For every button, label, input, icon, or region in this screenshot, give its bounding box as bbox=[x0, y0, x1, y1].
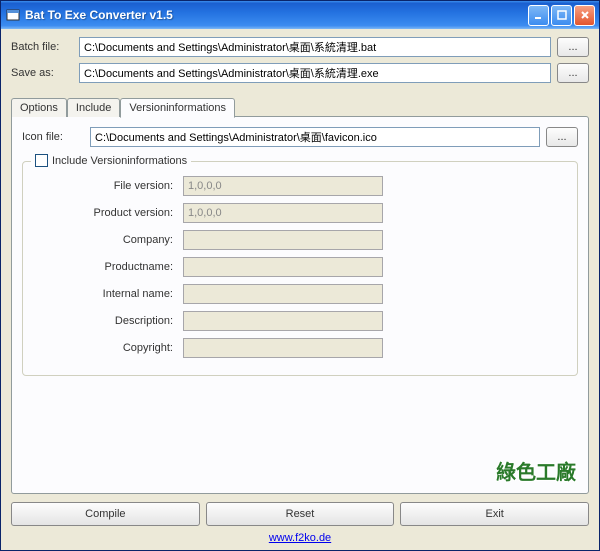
batch-browse-button[interactable]: ... bbox=[557, 37, 589, 57]
description-input[interactable] bbox=[183, 311, 383, 331]
productname-input[interactable] bbox=[183, 257, 383, 277]
product-version-label: Product version: bbox=[33, 207, 183, 219]
file-version-label: File version: bbox=[33, 180, 183, 192]
product-version-input[interactable] bbox=[183, 203, 383, 223]
tabs: Options Include Versioninformations bbox=[11, 97, 589, 116]
close-button[interactable] bbox=[574, 5, 595, 26]
save-browse-button[interactable]: ... bbox=[557, 63, 589, 83]
copyright-label: Copyright: bbox=[33, 342, 183, 354]
tab-options[interactable]: Options bbox=[11, 98, 67, 117]
titlebar[interactable]: Bat To Exe Converter v1.5 bbox=[1, 1, 599, 29]
company-input[interactable] bbox=[183, 230, 383, 250]
batch-file-input[interactable] bbox=[79, 37, 551, 57]
copyright-input[interactable] bbox=[183, 338, 383, 358]
tab-include[interactable]: Include bbox=[67, 98, 120, 117]
footer-link[interactable]: www.f2ko.de bbox=[269, 532, 331, 544]
content-area: Batch file: ... Save as: ... Options Inc… bbox=[1, 29, 599, 550]
save-as-row: Save as: ... bbox=[11, 63, 589, 83]
footer: www.f2ko.de bbox=[11, 532, 589, 544]
internal-name-input[interactable] bbox=[183, 284, 383, 304]
copyright-row: Copyright: bbox=[33, 338, 567, 358]
reset-button[interactable]: Reset bbox=[206, 502, 395, 526]
file-version-input[interactable] bbox=[183, 176, 383, 196]
description-label: Description: bbox=[33, 315, 183, 327]
product-version-row: Product version: bbox=[33, 203, 567, 223]
company-label: Company: bbox=[33, 234, 183, 246]
watermark-text: 綠色工廠 bbox=[496, 456, 576, 485]
internal-name-label: Internal name: bbox=[33, 288, 183, 300]
maximize-button[interactable] bbox=[551, 5, 572, 26]
icon-file-label: Icon file: bbox=[22, 131, 84, 143]
productname-label: Productname: bbox=[33, 261, 183, 273]
version-info-group: Include Versioninformations File version… bbox=[22, 161, 578, 376]
batch-file-label: Batch file: bbox=[11, 41, 73, 53]
tab-versioninformations[interactable]: Versioninformations bbox=[120, 98, 235, 118]
app-window: Bat To Exe Converter v1.5 Batch file: ..… bbox=[0, 0, 600, 551]
productname-row: Productname: bbox=[33, 257, 567, 277]
minimize-button[interactable] bbox=[528, 5, 549, 26]
window-controls bbox=[528, 5, 595, 26]
include-version-checkbox[interactable] bbox=[35, 154, 48, 167]
tab-container: Options Include Versioninformations Icon… bbox=[11, 97, 589, 494]
icon-file-row: Icon file: ... bbox=[22, 127, 578, 147]
exit-button[interactable]: Exit bbox=[400, 502, 589, 526]
window-title: Bat To Exe Converter v1.5 bbox=[25, 8, 528, 22]
include-version-checkbox-row: Include Versioninformations bbox=[31, 154, 191, 167]
save-as-label: Save as: bbox=[11, 67, 73, 79]
description-row: Description: bbox=[33, 311, 567, 331]
internal-name-row: Internal name: bbox=[33, 284, 567, 304]
icon-browse-button[interactable]: ... bbox=[546, 127, 578, 147]
icon-file-input[interactable] bbox=[90, 127, 540, 147]
compile-button[interactable]: Compile bbox=[11, 502, 200, 526]
file-version-row: File version: bbox=[33, 176, 567, 196]
app-icon bbox=[5, 7, 21, 23]
tab-panel-versioninformations: Icon file: ... Include Versioninformatio… bbox=[11, 116, 589, 494]
company-row: Company: bbox=[33, 230, 567, 250]
save-as-input[interactable] bbox=[79, 63, 551, 83]
batch-file-row: Batch file: ... bbox=[11, 37, 589, 57]
include-version-label: Include Versioninformations bbox=[52, 155, 187, 167]
bottom-button-bar: Compile Reset Exit bbox=[11, 502, 589, 526]
